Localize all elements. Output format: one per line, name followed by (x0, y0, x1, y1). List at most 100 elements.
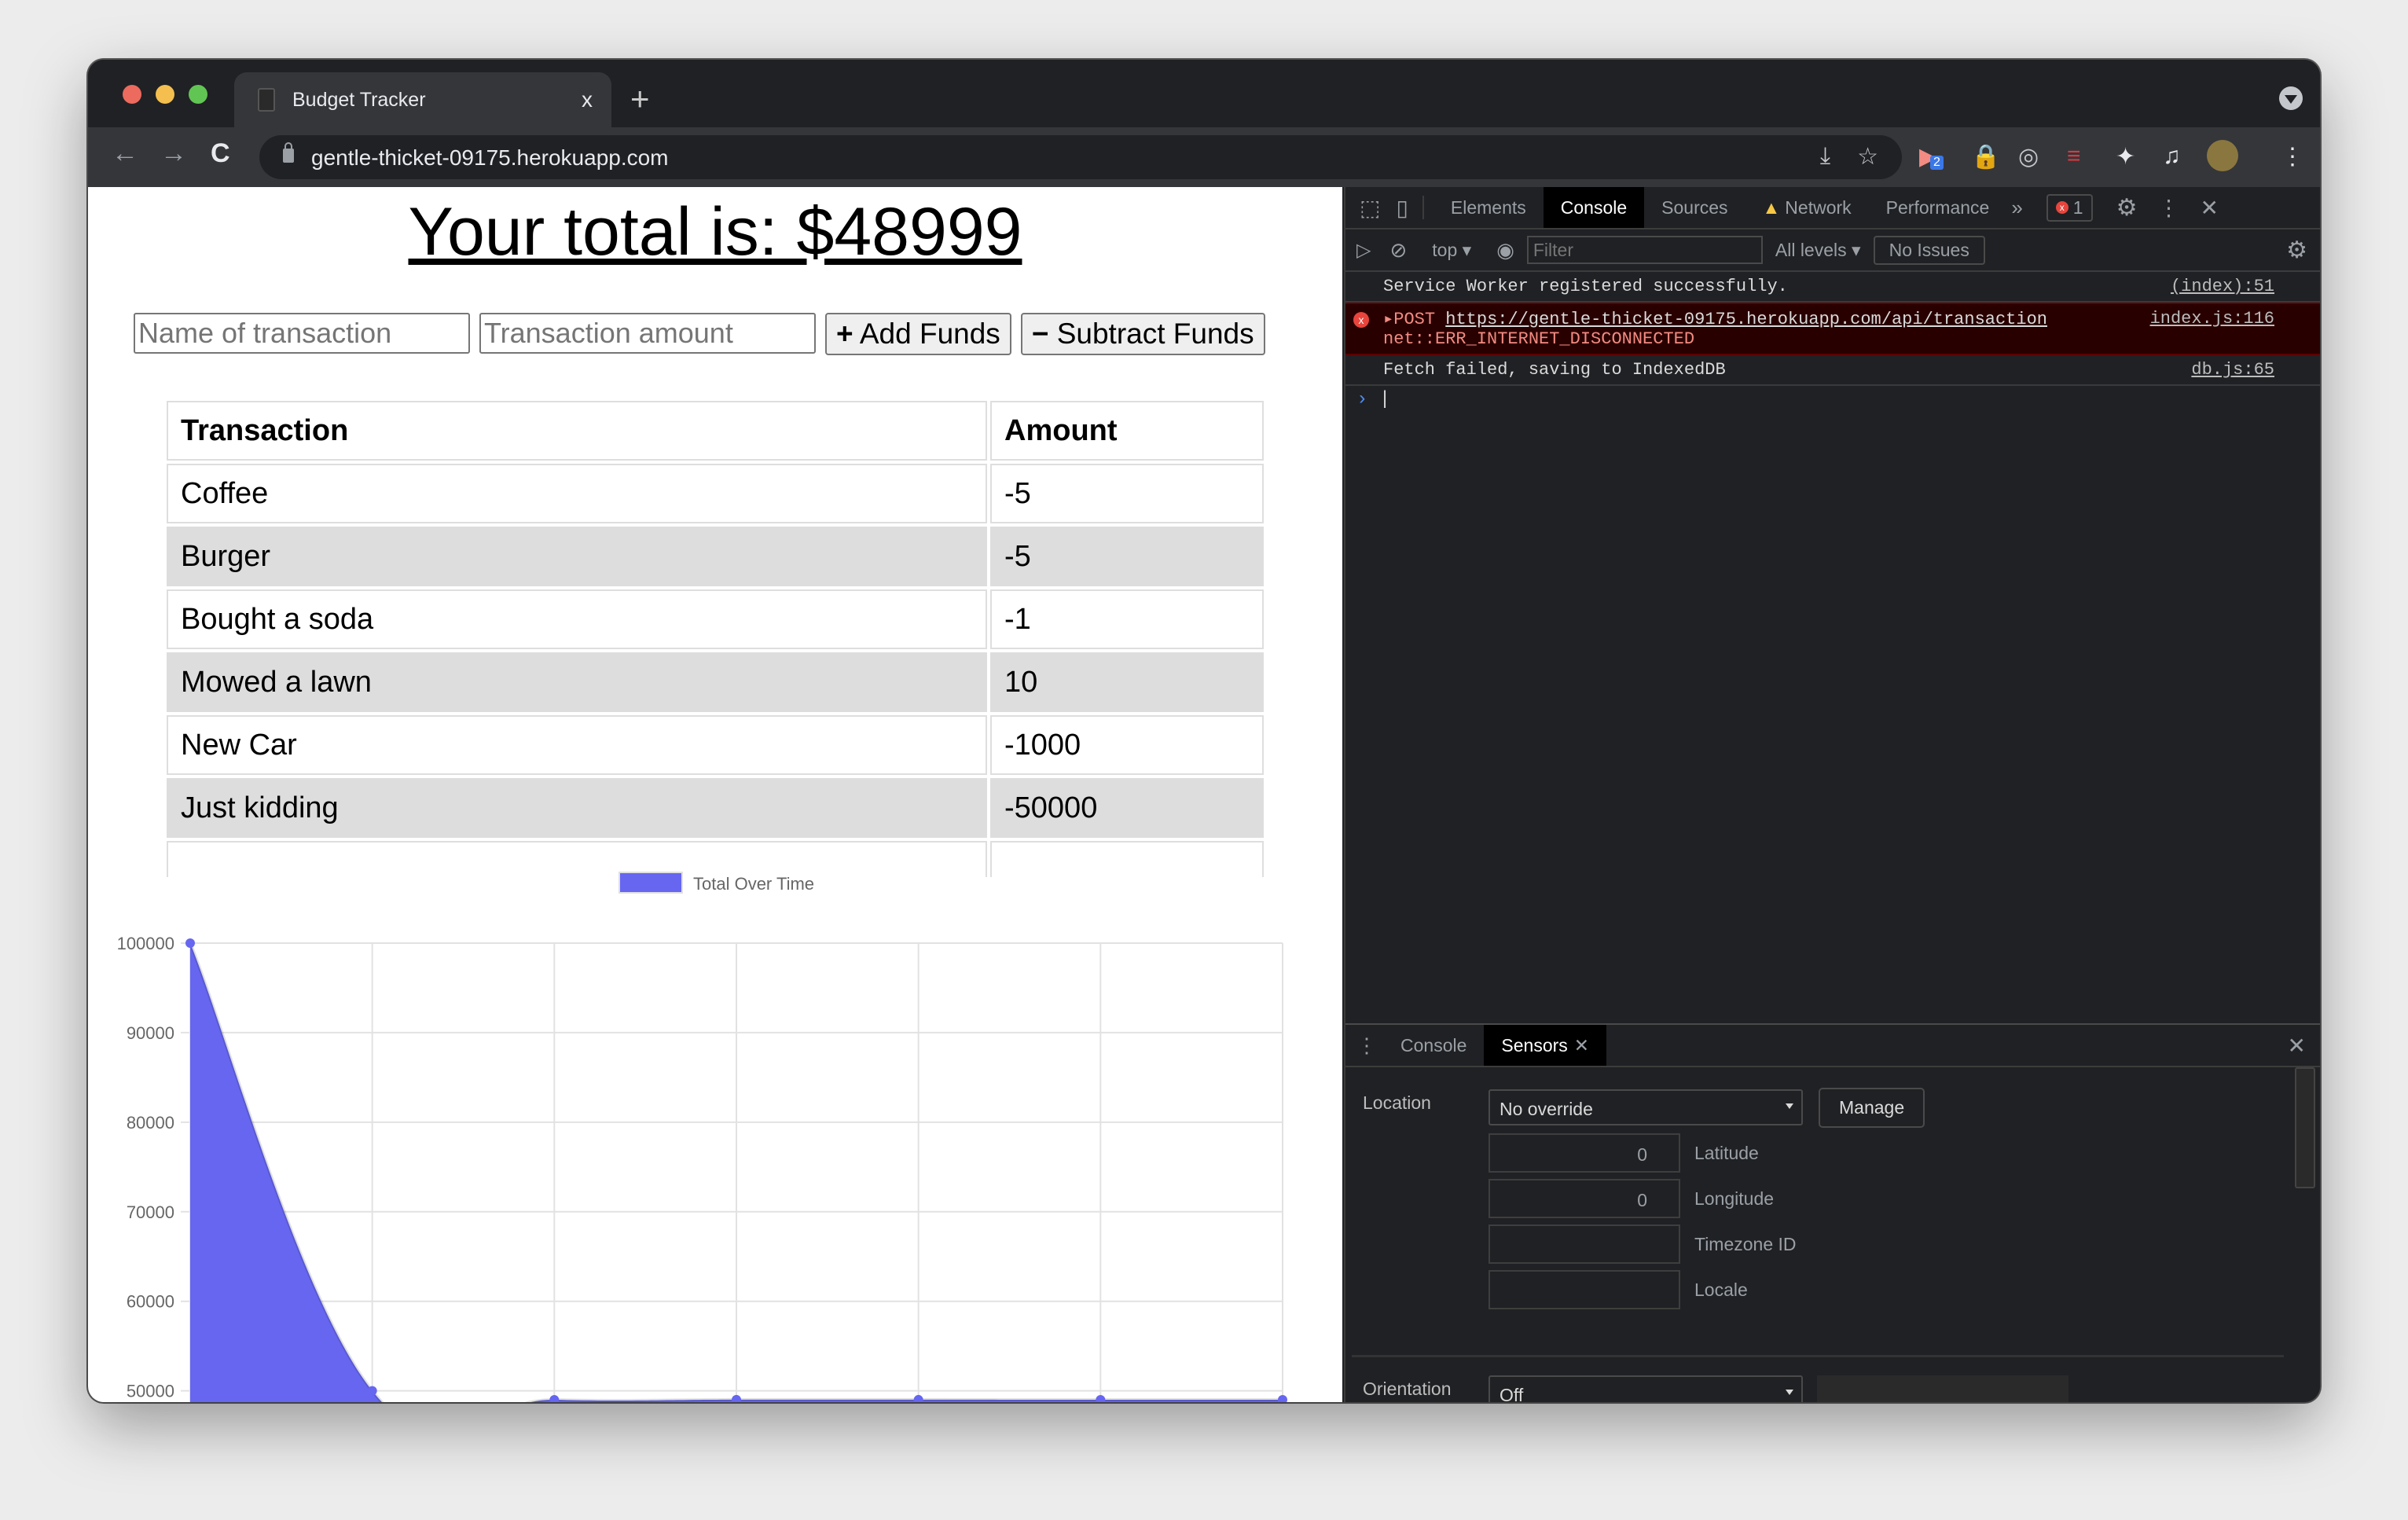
context-selector[interactable]: top ▾ (1432, 240, 1471, 261)
tab-sources[interactable]: Sources (1644, 187, 1745, 228)
tab-search-icon[interactable] (2279, 86, 2303, 110)
console-prompt[interactable]: › | (1345, 386, 2320, 410)
drawer-tab-sensors[interactable]: Sensors ✕ (1484, 1025, 1607, 1066)
browser-tab[interactable]: Budget Tracker x (234, 72, 611, 127)
expand-arrow-icon[interactable]: ▸ (1383, 310, 1393, 329)
console-error-message: x ▸POST https://gentle-thicket-09175.hero… (1345, 303, 2320, 355)
locale-label: Locale (1694, 1280, 1748, 1300)
message-source-link[interactable]: db.js:65 (2191, 360, 2274, 380)
console-log-message: Fetch failed, saving to IndexedDB db.js:6… (1345, 355, 2320, 386)
warning-icon: ▲ (1762, 196, 1781, 218)
sidebar-toggle-icon[interactable]: ▷ (1356, 239, 1371, 262)
subtract-funds-label: Subtract Funds (1056, 318, 1254, 350)
location-select[interactable]: No override (1488, 1089, 1803, 1125)
console-filter-input[interactable] (1526, 236, 1763, 264)
console-settings-gear-icon[interactable]: ⚙ (2286, 237, 2307, 264)
location-label: Location (1363, 1092, 1431, 1113)
close-drawer-icon[interactable]: ✕ (2288, 1033, 2306, 1059)
message-source-link[interactable]: index.js:116 (2150, 309, 2274, 329)
manage-button[interactable]: Manage (1819, 1088, 1925, 1128)
request-method: POST (1393, 310, 1436, 329)
error-count-badge[interactable]: x1 (2046, 193, 2093, 222)
transaction-name-input[interactable] (134, 313, 470, 354)
profile-avatar[interactable] (2207, 140, 2238, 171)
devtools-drawer: ⋮ Console Sensors ✕ ✕ Location No overrid… (1345, 1023, 2320, 1402)
request-url-link[interactable]: https://gentle-thicket-09175.herokuapp.c… (1445, 310, 2047, 329)
data-point (367, 1386, 377, 1396)
close-window-button[interactable] (123, 85, 141, 104)
drawer-menu-icon[interactable]: ⋮ (1356, 1034, 1377, 1058)
puzzle-extensions-icon[interactable]: ✦ (2116, 143, 2135, 171)
settings-gear-icon[interactable]: ⚙ (2116, 194, 2138, 222)
add-funds-label: Add Funds (859, 318, 1000, 350)
table-row: Just kidding -50000 (167, 778, 1264, 838)
reload-icon[interactable]: C (211, 138, 230, 169)
more-tabs-icon[interactable]: » (2011, 196, 2022, 220)
clear-console-icon[interactable]: ⊘ (1389, 238, 1407, 263)
tab-network[interactable]: ▲ Network (1745, 187, 1869, 228)
minimize-window-button[interactable] (156, 85, 174, 104)
url-text[interactable]: gentle-thicket-09175.herokuapp.com (311, 145, 669, 171)
expressvpn-extension-icon[interactable]: ≡ (2067, 143, 2081, 170)
maximize-window-button[interactable] (189, 85, 207, 104)
tab-elements[interactable]: Elements (1433, 187, 1544, 228)
tab-performance[interactable]: Performance (1869, 187, 2007, 228)
tab-network-label: Network (1785, 196, 1852, 218)
y-tick-label: 60000 (127, 1292, 174, 1312)
new-tab-button[interactable]: + (630, 80, 650, 118)
screencast-extension-icon[interactable]: ▶ 2 (1919, 143, 1944, 171)
sensors-scrollbar[interactable] (2295, 1067, 2315, 1188)
transaction-amount: 10 (990, 652, 1264, 712)
error-icon: x (2055, 201, 2068, 214)
data-point (732, 1394, 741, 1402)
transaction-amount: -50000 (990, 778, 1264, 838)
longitude-input[interactable]: 0 (1488, 1179, 1680, 1218)
notebook-favicon-icon (258, 88, 275, 112)
issues-button[interactable]: No Issues (1873, 235, 1985, 265)
locale-input[interactable] (1488, 1270, 1680, 1309)
orientation-select[interactable]: Off (1488, 1375, 1803, 1402)
kebab-menu-icon[interactable]: ⋮ (2281, 143, 2304, 171)
drawer-tab-console[interactable]: Console (1383, 1025, 1484, 1066)
section-divider (1352, 1355, 2284, 1357)
extension-badge: 2 (1930, 156, 1944, 170)
timezone-input[interactable] (1488, 1224, 1680, 1264)
forward-icon[interactable]: → (160, 138, 187, 169)
log-levels-dropdown[interactable]: All levels ▾ (1775, 240, 1861, 261)
address-bar[interactable]: gentle-thicket-09175.herokuapp.com ⤓ ☆ (259, 135, 1902, 179)
tab-console[interactable]: Console (1543, 187, 1645, 228)
total-over-time-chart: 50000 60000 70000 80000 90000 100000 Total Ove… (117, 872, 1287, 1402)
back-icon[interactable]: ← (112, 138, 138, 169)
transactions-table-container[interactable]: Transaction Amount Coffee -5 Burger -5 Bough… (163, 398, 1267, 877)
inspect-element-icon[interactable]: ⬚ (1360, 195, 1380, 221)
subtract-funds-button[interactable]: − Subtract Funds (1020, 313, 1265, 355)
title-bar: Budget Tracker x + (88, 60, 2320, 127)
install-icon[interactable]: ⤓ (1820, 143, 1830, 171)
transaction-form: + Add Funds − Subtract Funds (134, 313, 1265, 355)
add-funds-button[interactable]: + Add Funds (825, 313, 1011, 355)
orientation-preview (1817, 1375, 2068, 1402)
window-controls (123, 85, 207, 104)
y-tick-label: 70000 (127, 1202, 174, 1222)
star-icon[interactable]: ☆ (1857, 143, 1878, 171)
close-devtools-icon[interactable]: ✕ (2201, 195, 2219, 221)
latitude-input[interactable]: 0 (1488, 1133, 1680, 1173)
lock-icon[interactable] (283, 142, 294, 163)
transaction-name: New Car (167, 715, 987, 775)
media-control-icon[interactable]: ♫ (2163, 143, 2181, 170)
live-expression-eye-icon[interactable]: ◉ (1496, 238, 1514, 263)
message-source-link[interactable]: (index):51 (2171, 277, 2274, 296)
devtools-panel: ⬚ ▯ Elements Console Sources ▲ Network Pe… (1344, 187, 2320, 1402)
header-amount: Amount (990, 401, 1264, 461)
devtools-menu-icon[interactable]: ⋮ (2158, 195, 2180, 221)
tab-close-icon[interactable]: x (582, 87, 593, 112)
target-extension-icon[interactable]: ◎ (2018, 143, 2039, 171)
transaction-amount-input[interactable] (479, 313, 816, 354)
plus-icon: + (836, 318, 853, 350)
padlock-extension-icon[interactable]: 🔒 (1971, 143, 2000, 171)
device-toolbar-icon[interactable]: ▯ (1396, 195, 1408, 221)
close-sensors-tab-icon[interactable]: ✕ (1574, 1035, 1589, 1056)
data-point (185, 938, 195, 948)
console-messages: Service Worker registered successfully. (… (1345, 272, 2320, 386)
error-icon: x (1353, 312, 1369, 328)
